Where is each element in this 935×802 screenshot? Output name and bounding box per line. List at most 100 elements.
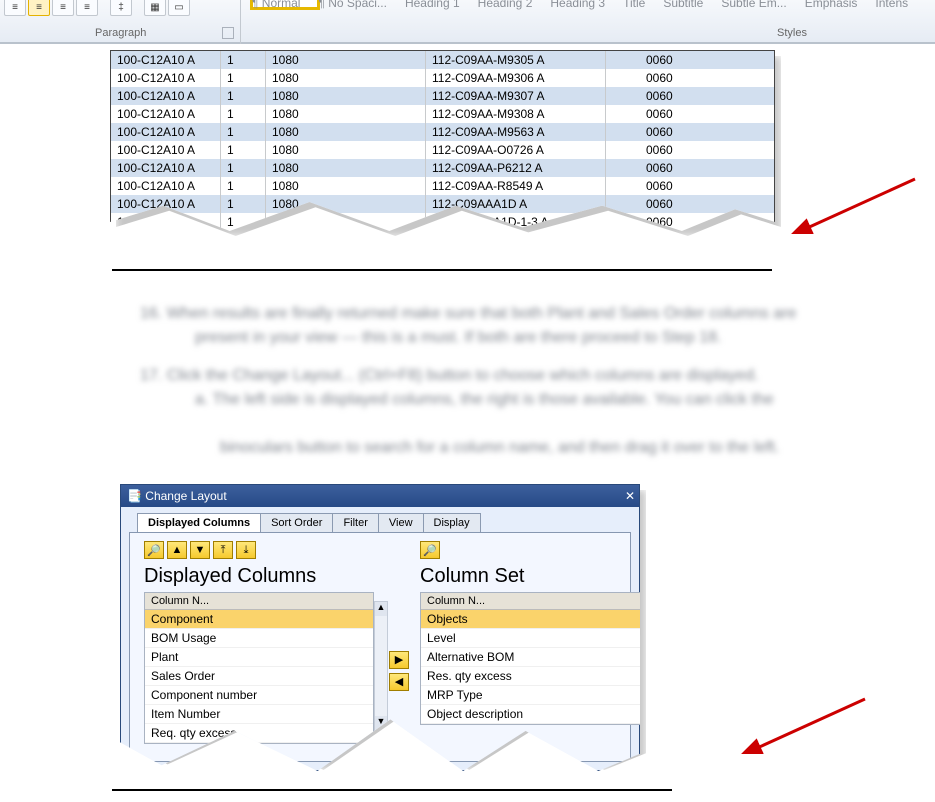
- list-item[interactable]: Alternative BOM: [421, 648, 649, 667]
- table-row: 100-C12A10 A11080112-C09AA-M9307 A0060: [111, 87, 774, 105]
- table-cell: 0060: [606, 177, 766, 195]
- tab-sort-order[interactable]: Sort Order: [260, 513, 333, 532]
- find-button[interactable]: 🔎: [420, 541, 440, 559]
- style-heading3[interactable]: Heading 3: [544, 0, 611, 10]
- table-cell: 1080: [266, 87, 426, 105]
- table-cell: 0060: [606, 69, 766, 87]
- paragraph-group-label: Paragraph: [95, 27, 146, 39]
- column-set-list[interactable]: Column N... Objects Level Alternative BO…: [420, 592, 650, 725]
- table-cell: 0060: [606, 87, 766, 105]
- table-cell: 0060: [606, 105, 766, 123]
- table-cell: 1: [221, 123, 266, 141]
- align-justify-button[interactable]: ≡: [76, 0, 98, 16]
- table-cell: 112-C09AA-P6212 A: [426, 159, 606, 177]
- table-cell: 1080: [266, 51, 426, 69]
- left-toolbar: 🔎 ▲ ▼ ⤒ ⤓: [144, 541, 374, 559]
- right-toolbar: 🔎: [420, 541, 650, 559]
- table-cell: 1: [221, 51, 266, 69]
- annotation-arrow-2: [740, 694, 870, 754]
- dialog-title-icon: 📑: [127, 489, 145, 503]
- column-set-panel: 🔎 Column Set Column N... Objects Level A…: [420, 541, 650, 725]
- paragraph-dialog-launcher-icon[interactable]: [222, 27, 234, 39]
- find-button[interactable]: 🔎: [144, 541, 164, 559]
- paragraph-icon-row: ≡ ≡ ≡ ≡ ‡ ▦ ▭: [4, 0, 190, 16]
- table-cell: 100-C12A10 A: [111, 105, 221, 123]
- style-emphasis[interactable]: Emphasis: [799, 0, 864, 10]
- style-subtitle[interactable]: Subtitle: [657, 0, 709, 10]
- list-item[interactable]: Object description: [421, 705, 649, 724]
- shading-button[interactable]: ▦: [144, 0, 166, 16]
- tab-display[interactable]: Display: [423, 513, 481, 532]
- move-top-button[interactable]: ⤒: [213, 541, 233, 559]
- transfer-buttons: ▶ ◀: [389, 651, 411, 695]
- style-nospacing[interactable]: ¶ No Spaci...: [312, 0, 392, 10]
- table-cell: 1: [221, 195, 266, 213]
- style-heading2[interactable]: Heading 2: [472, 0, 539, 10]
- scrollbar[interactable]: ▲ ▼: [374, 601, 388, 731]
- list-item[interactable]: BOM Usage: [145, 629, 373, 648]
- table-row: 100-C12A10 A11080112-C09AAA1D A0060: [111, 195, 774, 213]
- ribbon-group-paragraph: ≡ ≡ ≡ ≡ ‡ ▦ ▭ Paragraph: [0, 0, 240, 44]
- blur-line: a. The left side is displayed columns, t…: [140, 388, 935, 412]
- align-left-button[interactable]: ≡: [4, 0, 26, 16]
- move-bottom-button[interactable]: ⤓: [236, 541, 256, 559]
- align-right-button[interactable]: ≡: [52, 0, 74, 16]
- list-item[interactable]: Level: [421, 629, 649, 648]
- list-item[interactable]: Component number: [145, 686, 373, 705]
- displayed-columns-list[interactable]: Column N... Component BOM Usage Plant Sa…: [144, 592, 374, 744]
- table-row: 100-C12A10 A11080112-C09AA-M9305 A0060: [111, 51, 774, 69]
- scroll-down-icon[interactable]: ▼: [651, 716, 663, 730]
- table-cell: 1080: [266, 177, 426, 195]
- style-subtle-em[interactable]: Subtle Em...: [715, 0, 792, 10]
- move-down-button[interactable]: ▼: [190, 541, 210, 559]
- tab-view[interactable]: View: [378, 513, 424, 532]
- dialog-titlebar[interactable]: 📑 Change Layout ✕: [121, 485, 639, 507]
- list-item[interactable]: Req. qty excess: [145, 724, 373, 743]
- scroll-up-icon[interactable]: ▲: [375, 602, 387, 616]
- list-item[interactable]: Res. qty excess: [421, 667, 649, 686]
- table-cell: 1080: [266, 141, 426, 159]
- list-item[interactable]: Objects: [421, 610, 649, 629]
- table-cell: 112-C09AA-O0726 A: [426, 141, 606, 159]
- style-heading1[interactable]: Heading 1: [399, 0, 466, 10]
- results-table: 100-C12A10 A11080112-C09AA-M9305 A006010…: [110, 50, 775, 231]
- blur-line: 16. When results are finally returned ma…: [140, 305, 796, 322]
- tab-displayed-columns[interactable]: Displayed Columns: [137, 513, 261, 532]
- table-cell: 0060: [606, 51, 766, 69]
- style-intense[interactable]: Intens: [869, 0, 914, 10]
- style-normal[interactable]: ¶ Normal: [246, 0, 306, 10]
- tab-filter[interactable]: Filter: [332, 513, 378, 532]
- table-cell: 1080: [266, 69, 426, 87]
- scrollbar[interactable]: ▲ ▼: [650, 601, 664, 731]
- align-center-button[interactable]: ≡: [28, 0, 50, 16]
- table-cell: 112-C09AA-M9306 A: [426, 69, 606, 87]
- table-row: 100-C12A10 A11080112-C09AA-M9306 A0060: [111, 69, 774, 87]
- scroll-up-icon[interactable]: ▲: [651, 602, 663, 616]
- list-item[interactable]: Component: [145, 610, 373, 629]
- move-right-button[interactable]: ▶: [389, 651, 409, 669]
- borders-button[interactable]: ▭: [168, 0, 190, 16]
- annotation-arrow-1: [790, 174, 920, 234]
- close-icon[interactable]: ✕: [621, 485, 639, 507]
- table-cell: 1080: [266, 123, 426, 141]
- table-row: 100-C12A10 A11080112-C09AA-O0726 A0060: [111, 141, 774, 159]
- move-left-button[interactable]: ◀: [389, 673, 409, 691]
- column-set-heading: Column Set: [420, 565, 650, 588]
- list-item[interactable]: Plant: [145, 648, 373, 667]
- table-cell: 1: [221, 141, 266, 159]
- styles-gallery[interactable]: ¶ Normal ¶ No Spaci... Heading 1 Heading…: [246, 0, 914, 10]
- blur-line: 17. Click the Change Layout... (Ctrl+F8)…: [140, 367, 759, 384]
- blur-line: present in your view — this is a must. I…: [140, 326, 935, 350]
- line-spacing-button[interactable]: ‡: [110, 0, 132, 16]
- move-up-button[interactable]: ▲: [167, 541, 187, 559]
- table-row: 100-C12A10 A11080112-C09AA-R8549 A0060: [111, 177, 774, 195]
- list-item[interactable]: Sales Order: [145, 667, 373, 686]
- list-item[interactable]: MRP Type: [421, 686, 649, 705]
- dialog-title: Change Layout: [145, 489, 226, 503]
- style-title[interactable]: Title: [617, 0, 651, 10]
- blur-line: binoculars button to search for a column…: [140, 436, 935, 460]
- table-cell: 1080: [266, 105, 426, 123]
- list-item[interactable]: Item Number: [145, 705, 373, 724]
- table-cell: 0060: [606, 123, 766, 141]
- horizontal-rule-1: [112, 269, 772, 271]
